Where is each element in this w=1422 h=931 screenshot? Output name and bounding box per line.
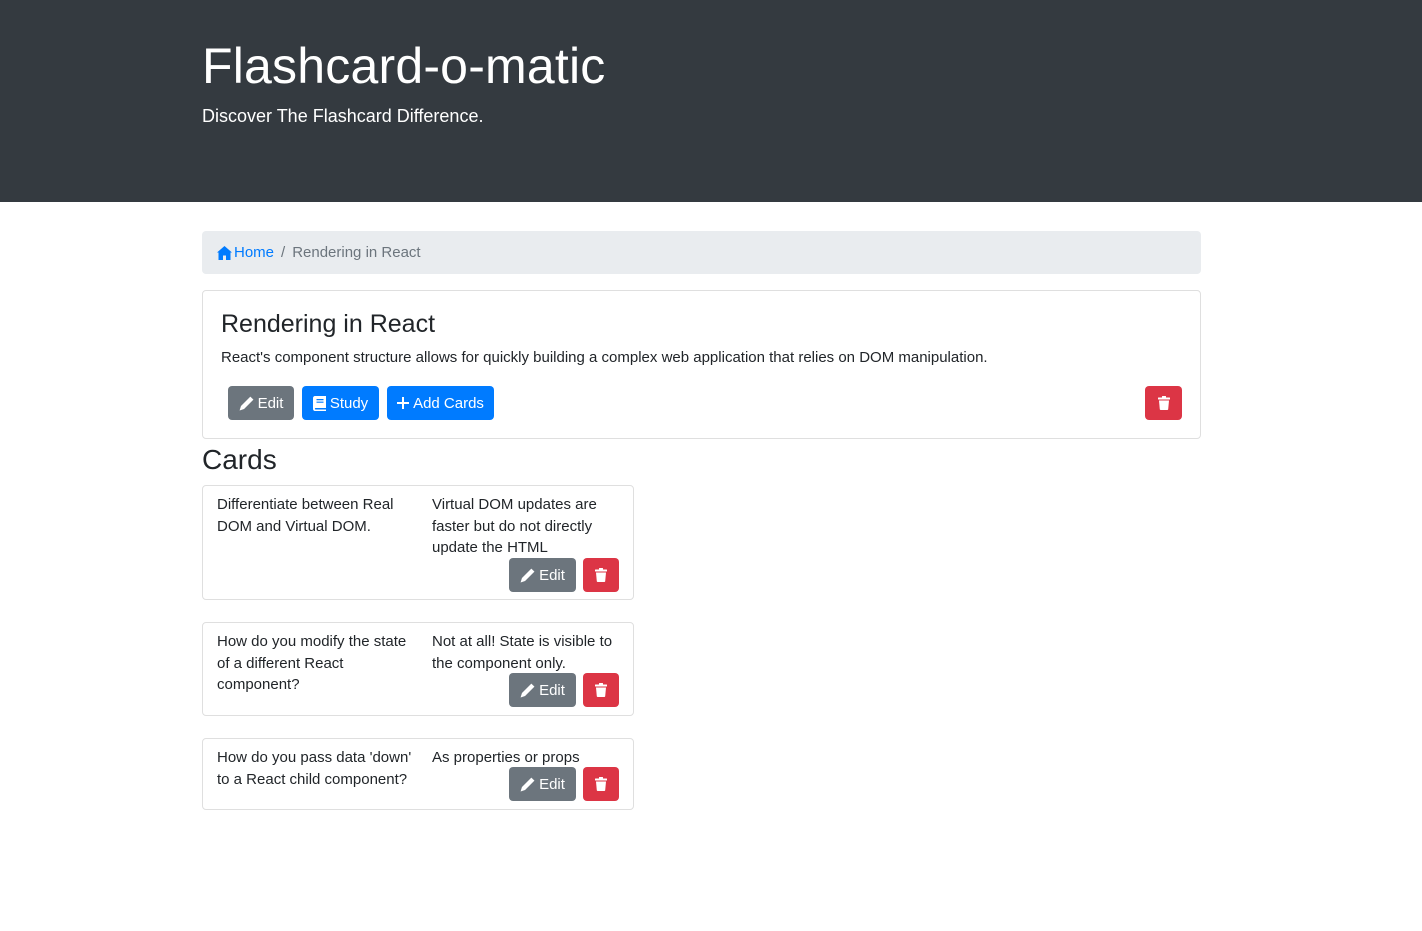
edit-card-button[interactable]: Edit — [509, 767, 576, 801]
flash-card: How do you pass data 'down' to a React c… — [202, 738, 634, 810]
flash-card: How do you modify the state of a differe… — [202, 622, 634, 716]
card-front: How do you modify the state of a differe… — [217, 633, 407, 693]
trash-icon — [595, 683, 607, 697]
edit-deck-label: Edit — [257, 394, 284, 412]
study-label: Study — [329, 394, 369, 412]
trash-icon — [595, 568, 607, 582]
card-back: As properties or props — [432, 749, 580, 766]
card-actions: Edit — [509, 767, 619, 801]
card-actions: Edit — [509, 673, 619, 707]
pencil-icon — [520, 568, 535, 583]
deck-description: React's component structure allows for q… — [221, 349, 988, 366]
deck-card: Rendering in React React's component str… — [202, 290, 1201, 439]
edit-card-label: Edit — [539, 775, 565, 793]
card-front: Differentiate between Real DOM and Virtu… — [217, 496, 394, 535]
edit-card-button[interactable]: Edit — [509, 673, 576, 707]
card-front: How do you pass data 'down' to a React c… — [217, 749, 412, 788]
delete-card-button[interactable] — [583, 558, 619, 592]
breadcrumb-home-label: Home — [234, 244, 275, 261]
breadcrumb-current: Rendering in React — [292, 244, 421, 261]
breadcrumb-separator: / — [281, 244, 286, 261]
cards-heading: Cards — [202, 444, 277, 475]
pencil-icon — [239, 396, 254, 411]
edit-card-button[interactable]: Edit — [509, 558, 576, 592]
card-back: Not at all! State is visible to the comp… — [432, 633, 613, 672]
edit-deck-button[interactable]: Edit — [228, 386, 294, 420]
breadcrumb: Home / Rendering in React — [202, 231, 1201, 274]
card-back: Virtual DOM updates are faster but do no… — [432, 496, 597, 556]
add-cards-button[interactable]: Add Cards — [387, 386, 494, 420]
trash-icon — [1157, 396, 1170, 410]
card-actions: Edit — [509, 558, 619, 592]
deck-actions: Edit Study Add Cards — [228, 386, 494, 420]
flash-card: Differentiate between Real DOM and Virtu… — [202, 485, 634, 600]
delete-card-button[interactable] — [583, 673, 619, 707]
home-icon — [217, 245, 232, 260]
delete-card-button[interactable] — [583, 767, 619, 801]
edit-card-label: Edit — [539, 681, 565, 699]
site-header: Flashcard-o-matic Discover The Flashcard… — [0, 0, 1422, 202]
main-container: Home / Rendering in React Rendering in R… — [202, 231, 1201, 810]
study-button[interactable]: Study — [302, 386, 379, 420]
breadcrumb-home-link[interactable]: Home — [216, 244, 274, 261]
app-subtitle: Discover The Flashcard Difference. — [202, 106, 484, 126]
plus-icon — [397, 397, 410, 409]
trash-icon — [595, 777, 607, 791]
book-icon — [312, 395, 326, 411]
edit-card-label: Edit — [539, 566, 565, 584]
pencil-icon — [520, 683, 535, 698]
app-title: Flashcard-o-matic — [202, 38, 606, 94]
add-cards-label: Add Cards — [413, 394, 484, 412]
deck-title: Rendering in React — [221, 310, 436, 338]
pencil-icon — [520, 777, 535, 792]
delete-deck-button[interactable] — [1145, 386, 1182, 420]
